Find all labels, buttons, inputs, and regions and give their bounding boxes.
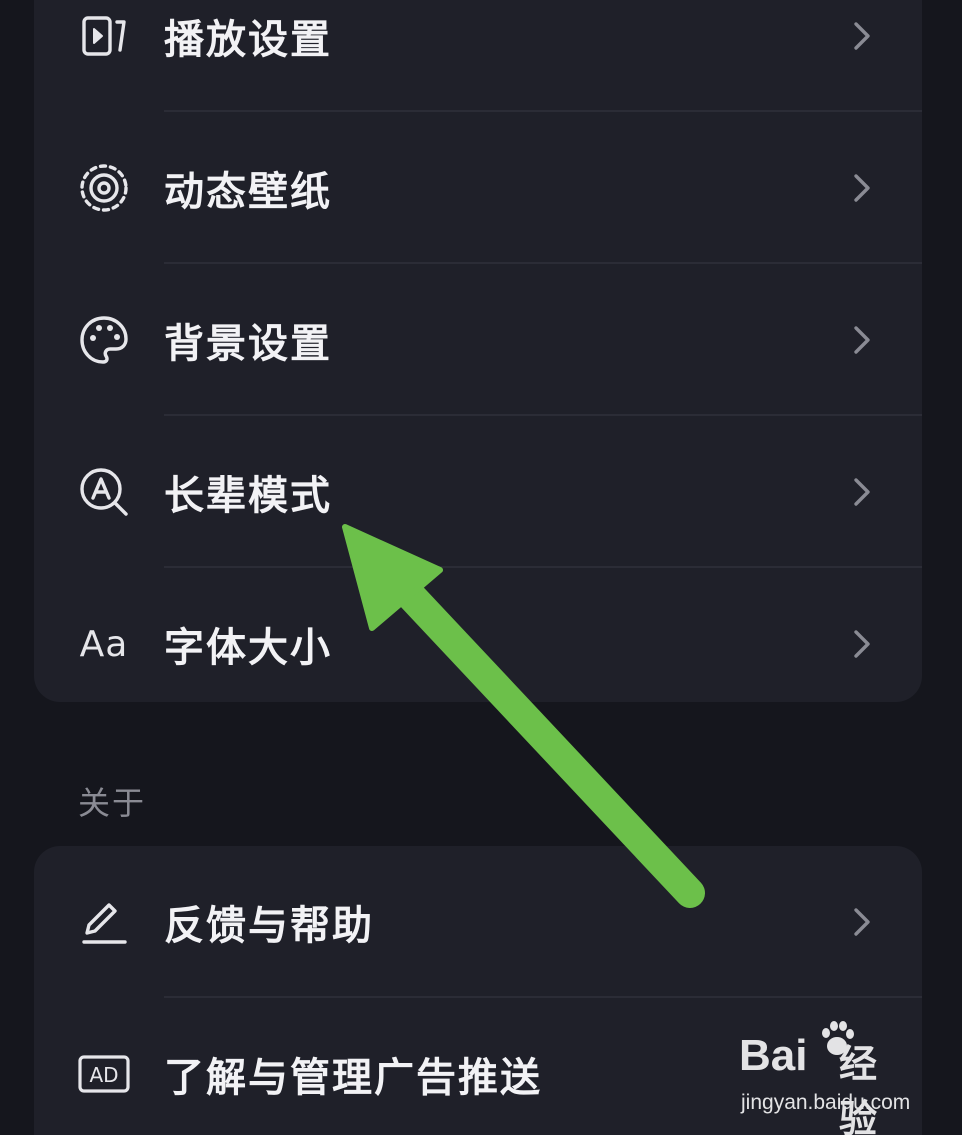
settings-item-label: 反馈与帮助 — [164, 903, 374, 949]
ad-icon: AD — [78, 1048, 130, 1100]
baidu-jingyan-watermark: Bai 经验 jingyan.baidu.com — [739, 1011, 914, 1135]
video-play-icon — [78, 10, 130, 62]
chevron-right-icon — [854, 630, 870, 658]
settings-item-label: 动态壁纸 — [164, 169, 332, 215]
settings-item-label: 了解与管理广告推送 — [164, 1055, 542, 1101]
settings-item-label: 背景设置 — [164, 321, 332, 367]
display-settings-card: 播放设置 动态壁纸 背景设置 长辈模式 Aa 字体大小 — [34, 0, 922, 702]
palette-icon — [78, 314, 130, 366]
chevron-right-icon — [854, 326, 870, 354]
chevron-right-icon — [854, 22, 870, 50]
settings-item-background[interactable]: 背景设置 — [34, 264, 922, 416]
settings-item-live-wallpaper[interactable]: 动态壁纸 — [34, 112, 922, 264]
settings-item-feedback-help[interactable]: 反馈与帮助 — [34, 846, 922, 998]
watermark-url: jingyan.baidu.com — [741, 1091, 911, 1114]
section-title-about: 关于 — [78, 784, 147, 822]
settings-screen: 播放设置 动态壁纸 背景设置 长辈模式 Aa 字体大小 关于 反馈与帮助 AD … — [0, 0, 962, 1135]
pencil-icon — [78, 896, 130, 948]
settings-item-elder-mode[interactable]: 长辈模式 — [34, 416, 922, 568]
chevron-right-icon — [854, 478, 870, 506]
svg-text:AD: AD — [89, 1063, 118, 1087]
font-size-icon: Aa — [79, 623, 129, 665]
chevron-right-icon — [854, 174, 870, 202]
settings-item-label: 长辈模式 — [164, 473, 332, 519]
watermark-brand: Bai — [739, 1031, 808, 1080]
elder-mode-icon — [78, 466, 130, 518]
live-wallpaper-icon — [78, 162, 130, 214]
settings-item-playback[interactable]: 播放设置 — [34, 0, 922, 112]
settings-item-label: 播放设置 — [164, 17, 332, 63]
watermark-brand-suffix: 经验 — [839, 1042, 878, 1135]
settings-item-font-size[interactable]: Aa 字体大小 — [34, 568, 922, 720]
settings-item-label: 字体大小 — [164, 625, 332, 671]
chevron-right-icon — [854, 908, 870, 936]
